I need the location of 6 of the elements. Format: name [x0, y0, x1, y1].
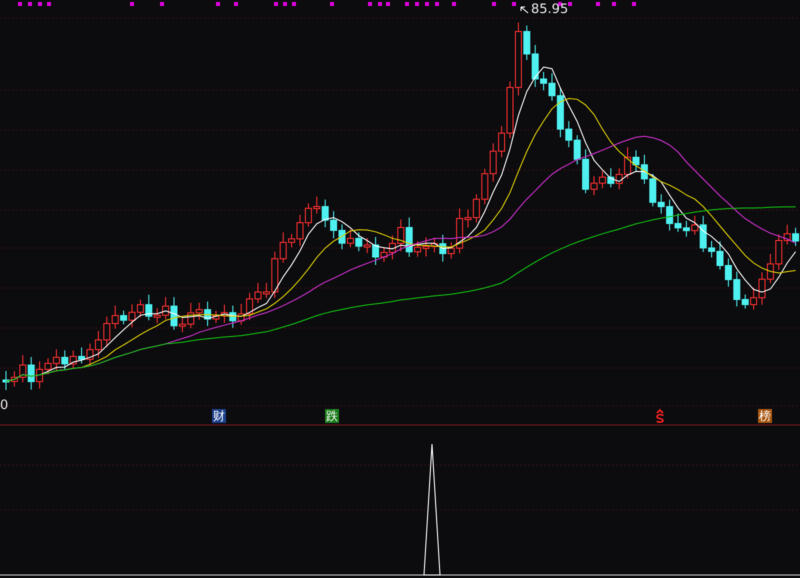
event-tag: 跌 [325, 409, 339, 423]
high-price-label: 85.95 [531, 3, 568, 17]
event-tag: 榜 [758, 409, 772, 423]
axis-label: 0 [0, 399, 8, 413]
arrow-icon [520, 6, 528, 14]
event-tag: 财 [212, 409, 226, 423]
